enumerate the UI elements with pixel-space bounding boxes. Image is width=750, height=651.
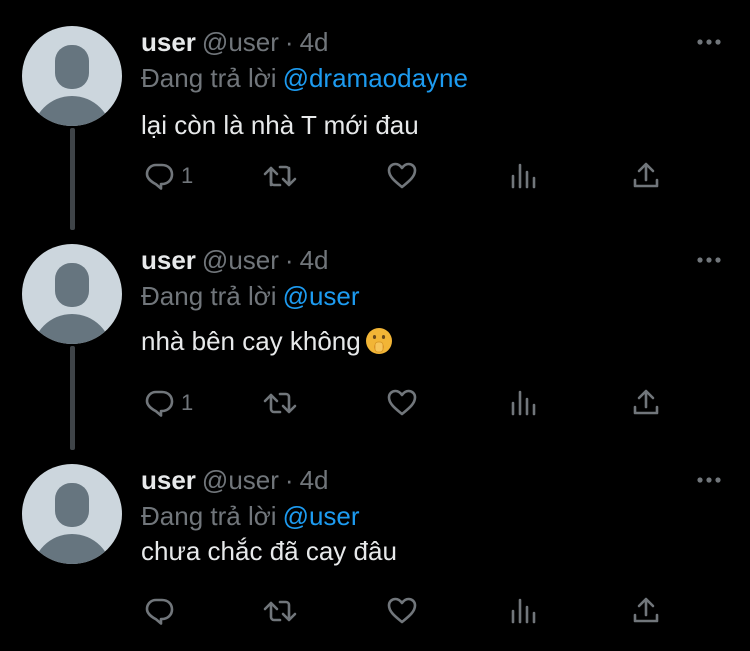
user-handle[interactable]: @user [202, 245, 279, 275]
avatar-head-silhouette [55, 483, 89, 527]
timestamp[interactable]: 4d [300, 465, 329, 495]
tweet-text: nhà bên cay không [141, 325, 393, 357]
separator-dot: · [284, 465, 294, 495]
share-icon [633, 162, 659, 188]
display-name[interactable]: user [141, 27, 196, 57]
avatar[interactable] [22, 26, 122, 126]
reply-button[interactable]: 1 [143, 383, 193, 423]
replying-to-label: Đang trả lời [141, 501, 277, 531]
share-button[interactable] [632, 591, 660, 631]
tweet-text-content: nhà bên cay không [141, 326, 361, 356]
heart-icon [387, 389, 417, 416]
mention-link[interactable]: @dramaodayne [283, 63, 468, 93]
retweet-button[interactable] [262, 591, 298, 631]
separator-dot: · [284, 245, 294, 275]
like-button[interactable] [386, 383, 418, 423]
analytics-button[interactable] [510, 156, 538, 196]
reply-button[interactable] [143, 591, 181, 631]
shushing-face-emoji [365, 328, 392, 354]
display-name[interactable]: user [141, 465, 196, 495]
like-button[interactable] [386, 591, 418, 631]
action-bar: 1 [0, 156, 750, 196]
replying-to-label: Đang trả lời [141, 281, 277, 311]
analytics-icon [511, 163, 536, 189]
separator-dot: · [284, 27, 294, 57]
avatar-body-silhouette [32, 96, 112, 126]
tweet-text: lại còn là nhà T mới đau [141, 110, 419, 140]
more-options-icon[interactable] [696, 250, 722, 270]
share-button[interactable] [632, 156, 660, 196]
share-icon [633, 597, 659, 623]
timestamp[interactable]: 4d [300, 27, 329, 57]
mention-link[interactable]: @user [283, 501, 360, 531]
tweet-header: user @user · 4d [141, 26, 329, 58]
heart-icon [387, 162, 417, 189]
replying-to-label: Đang trả lời [141, 63, 277, 93]
share-icon [633, 389, 659, 415]
action-bar [0, 591, 750, 631]
analytics-icon [511, 598, 536, 624]
timestamp[interactable]: 4d [300, 245, 329, 275]
retweet-button[interactable] [262, 383, 298, 423]
replying-to: Đang trả lời @user [141, 500, 360, 532]
replying-to: Đang trả lời @user [141, 280, 360, 312]
heart-icon [387, 597, 417, 624]
avatar-body-silhouette [32, 314, 112, 344]
retweet-icon [263, 392, 297, 414]
retweet-icon [263, 600, 297, 622]
retweet-button[interactable] [262, 156, 298, 196]
more-options-icon[interactable] [696, 470, 722, 490]
display-name[interactable]: user [141, 245, 196, 275]
analytics-button[interactable] [510, 383, 538, 423]
reply-icon [145, 598, 174, 625]
more-options-icon[interactable] [696, 32, 722, 52]
analytics-icon [511, 390, 536, 416]
retweet-icon [263, 165, 297, 187]
user-handle[interactable]: @user [202, 465, 279, 495]
like-button[interactable] [386, 156, 418, 196]
tweet-text: chưa chắc đã cay đâu [141, 536, 397, 566]
avatar-head-silhouette [55, 263, 89, 307]
reply-count: 1 [181, 390, 194, 415]
share-button[interactable] [632, 383, 660, 423]
reply-count: 1 [181, 163, 194, 188]
user-handle[interactable]: @user [202, 27, 279, 57]
tweet[interactable]: user @user · 4d Đang trả lời @dramaodayne lạ… [0, 0, 750, 216]
avatar[interactable] [22, 464, 122, 564]
avatar-head-silhouette [55, 45, 89, 89]
tweet-header: user @user · 4d [141, 244, 329, 276]
reply-icon [145, 163, 174, 190]
avatar[interactable] [22, 244, 122, 344]
reply-button[interactable]: 1 [143, 156, 193, 196]
mention-link[interactable]: @user [283, 281, 360, 311]
tweet-header: user @user · 4d [141, 464, 329, 496]
tweet[interactable]: user @user · 4d Đang trả lời @user chưa chắc… [0, 438, 750, 651]
analytics-button[interactable] [510, 591, 538, 631]
tweet[interactable]: user @user · 4d Đang trả lời @user nhà bên c… [0, 218, 750, 436]
reply-icon [145, 390, 174, 417]
replying-to: Đang trả lời @dramaodayne [141, 62, 468, 94]
action-bar: 1 [0, 383, 750, 423]
avatar-body-silhouette [32, 534, 112, 564]
